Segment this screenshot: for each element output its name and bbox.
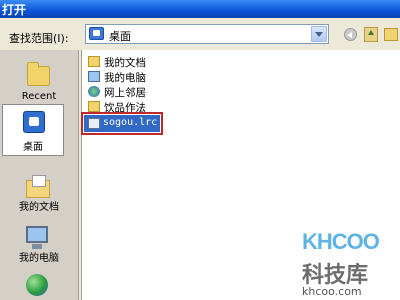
watermark-logo: KHCOO — [302, 229, 380, 254]
look-in-value: 桌面 — [109, 30, 131, 43]
documents-icon — [88, 56, 100, 67]
place-label: 桌面 — [23, 142, 43, 153]
computer-icon — [26, 226, 48, 249]
computer-icon — [88, 71, 100, 82]
network-icon — [26, 274, 48, 296]
new-folder-button[interactable] — [384, 28, 398, 41]
look-in-label: 查找范围(I): — [9, 32, 69, 45]
chevron-down-icon[interactable] — [311, 26, 327, 42]
title-bar: 打开 — [0, 0, 400, 18]
file-icon — [88, 118, 100, 129]
folder-icon — [88, 101, 100, 112]
file-name: sogou.lrc — [103, 117, 158, 128]
place-label: 我的文档 — [19, 202, 59, 213]
watermark: KHCOO 科技库 khcoo.com — [296, 225, 400, 300]
back-button[interactable] — [344, 28, 357, 41]
places-bar: Recent 桌面 我的文档 我的电脑 — [0, 50, 79, 300]
file-name: 我的电脑 — [104, 72, 146, 84]
file-name: 我的文档 — [104, 57, 146, 69]
look-in-dropdown[interactable]: 桌面 — [85, 24, 329, 44]
documents-icon — [26, 175, 50, 198]
desktop-icon — [89, 27, 104, 40]
list-item-selected[interactable]: sogou.lrc — [81, 112, 163, 135]
place-label: Recent — [21, 91, 57, 102]
window-title: 打开 — [2, 3, 27, 17]
up-folder-button[interactable] — [364, 27, 378, 42]
network-icon — [88, 86, 100, 97]
file-name: 饮品作法 — [104, 102, 146, 114]
place-desktop[interactable]: 桌面 — [2, 104, 64, 156]
place-label: 我的电脑 — [19, 253, 59, 264]
file-name: 网上邻居 — [104, 87, 146, 99]
desktop-icon — [23, 111, 45, 133]
folder-icon — [27, 62, 50, 86]
watermark-url: khcoo.com — [302, 285, 362, 298]
